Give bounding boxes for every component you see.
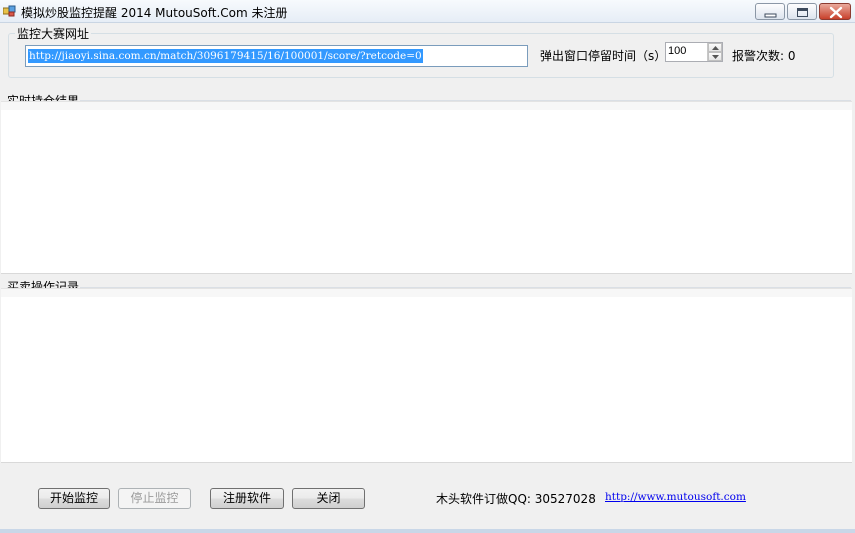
popup-duration-label: 弹出窗口停留时间（s）: [540, 49, 667, 63]
popup-duration-stepper[interactable]: 100: [665, 42, 723, 62]
maximize-icon: [797, 8, 808, 17]
url-input[interactable]: http://jiaoyi.sina.com.cn/match/30961794…: [25, 45, 528, 67]
close-button[interactable]: 关闭: [292, 488, 365, 509]
monitor-url-group-title: 监控大赛网址: [15, 25, 92, 42]
website-link[interactable]: http://www.mutousoft.com: [605, 491, 746, 503]
title-bar: 模拟炒股监控提醒 2014 MutouSoft.Com 未注册: [0, 0, 855, 23]
close-icon: [829, 6, 843, 19]
chevron-up-icon: [712, 46, 719, 50]
stepper-up-button[interactable]: [708, 43, 722, 52]
stop-monitor-button[interactable]: 停止监控: [118, 488, 191, 509]
alarm-count: 报警次数: 0: [732, 49, 796, 63]
window-bottom-border: [0, 529, 855, 533]
stepper-down-button[interactable]: [708, 52, 722, 61]
popup-duration-value: 100: [668, 45, 687, 57]
register-button[interactable]: 注册软件: [210, 488, 284, 509]
start-monitor-button[interactable]: 开始监控: [38, 488, 110, 509]
close-window-button[interactable]: [819, 3, 851, 20]
positions-panel[interactable]: [1, 101, 852, 274]
contact-text: 木头软件订做QQ: 30527028: [436, 492, 596, 506]
trades-panel[interactable]: [1, 288, 852, 463]
window-title: 模拟炒股监控提醒 2014 MutouSoft.Com 未注册: [21, 6, 288, 20]
app-icon: [3, 5, 16, 17]
minimize-icon: [764, 13, 777, 18]
stepper-buttons: [707, 43, 722, 61]
trades-panel-header: [1, 289, 852, 297]
chevron-down-icon: [712, 55, 719, 59]
maximize-button[interactable]: [787, 3, 817, 20]
url-input-value: http://jiaoyi.sina.com.cn/match/30961794…: [28, 49, 423, 63]
positions-panel-header: [1, 102, 852, 110]
minimize-button[interactable]: [755, 3, 785, 20]
